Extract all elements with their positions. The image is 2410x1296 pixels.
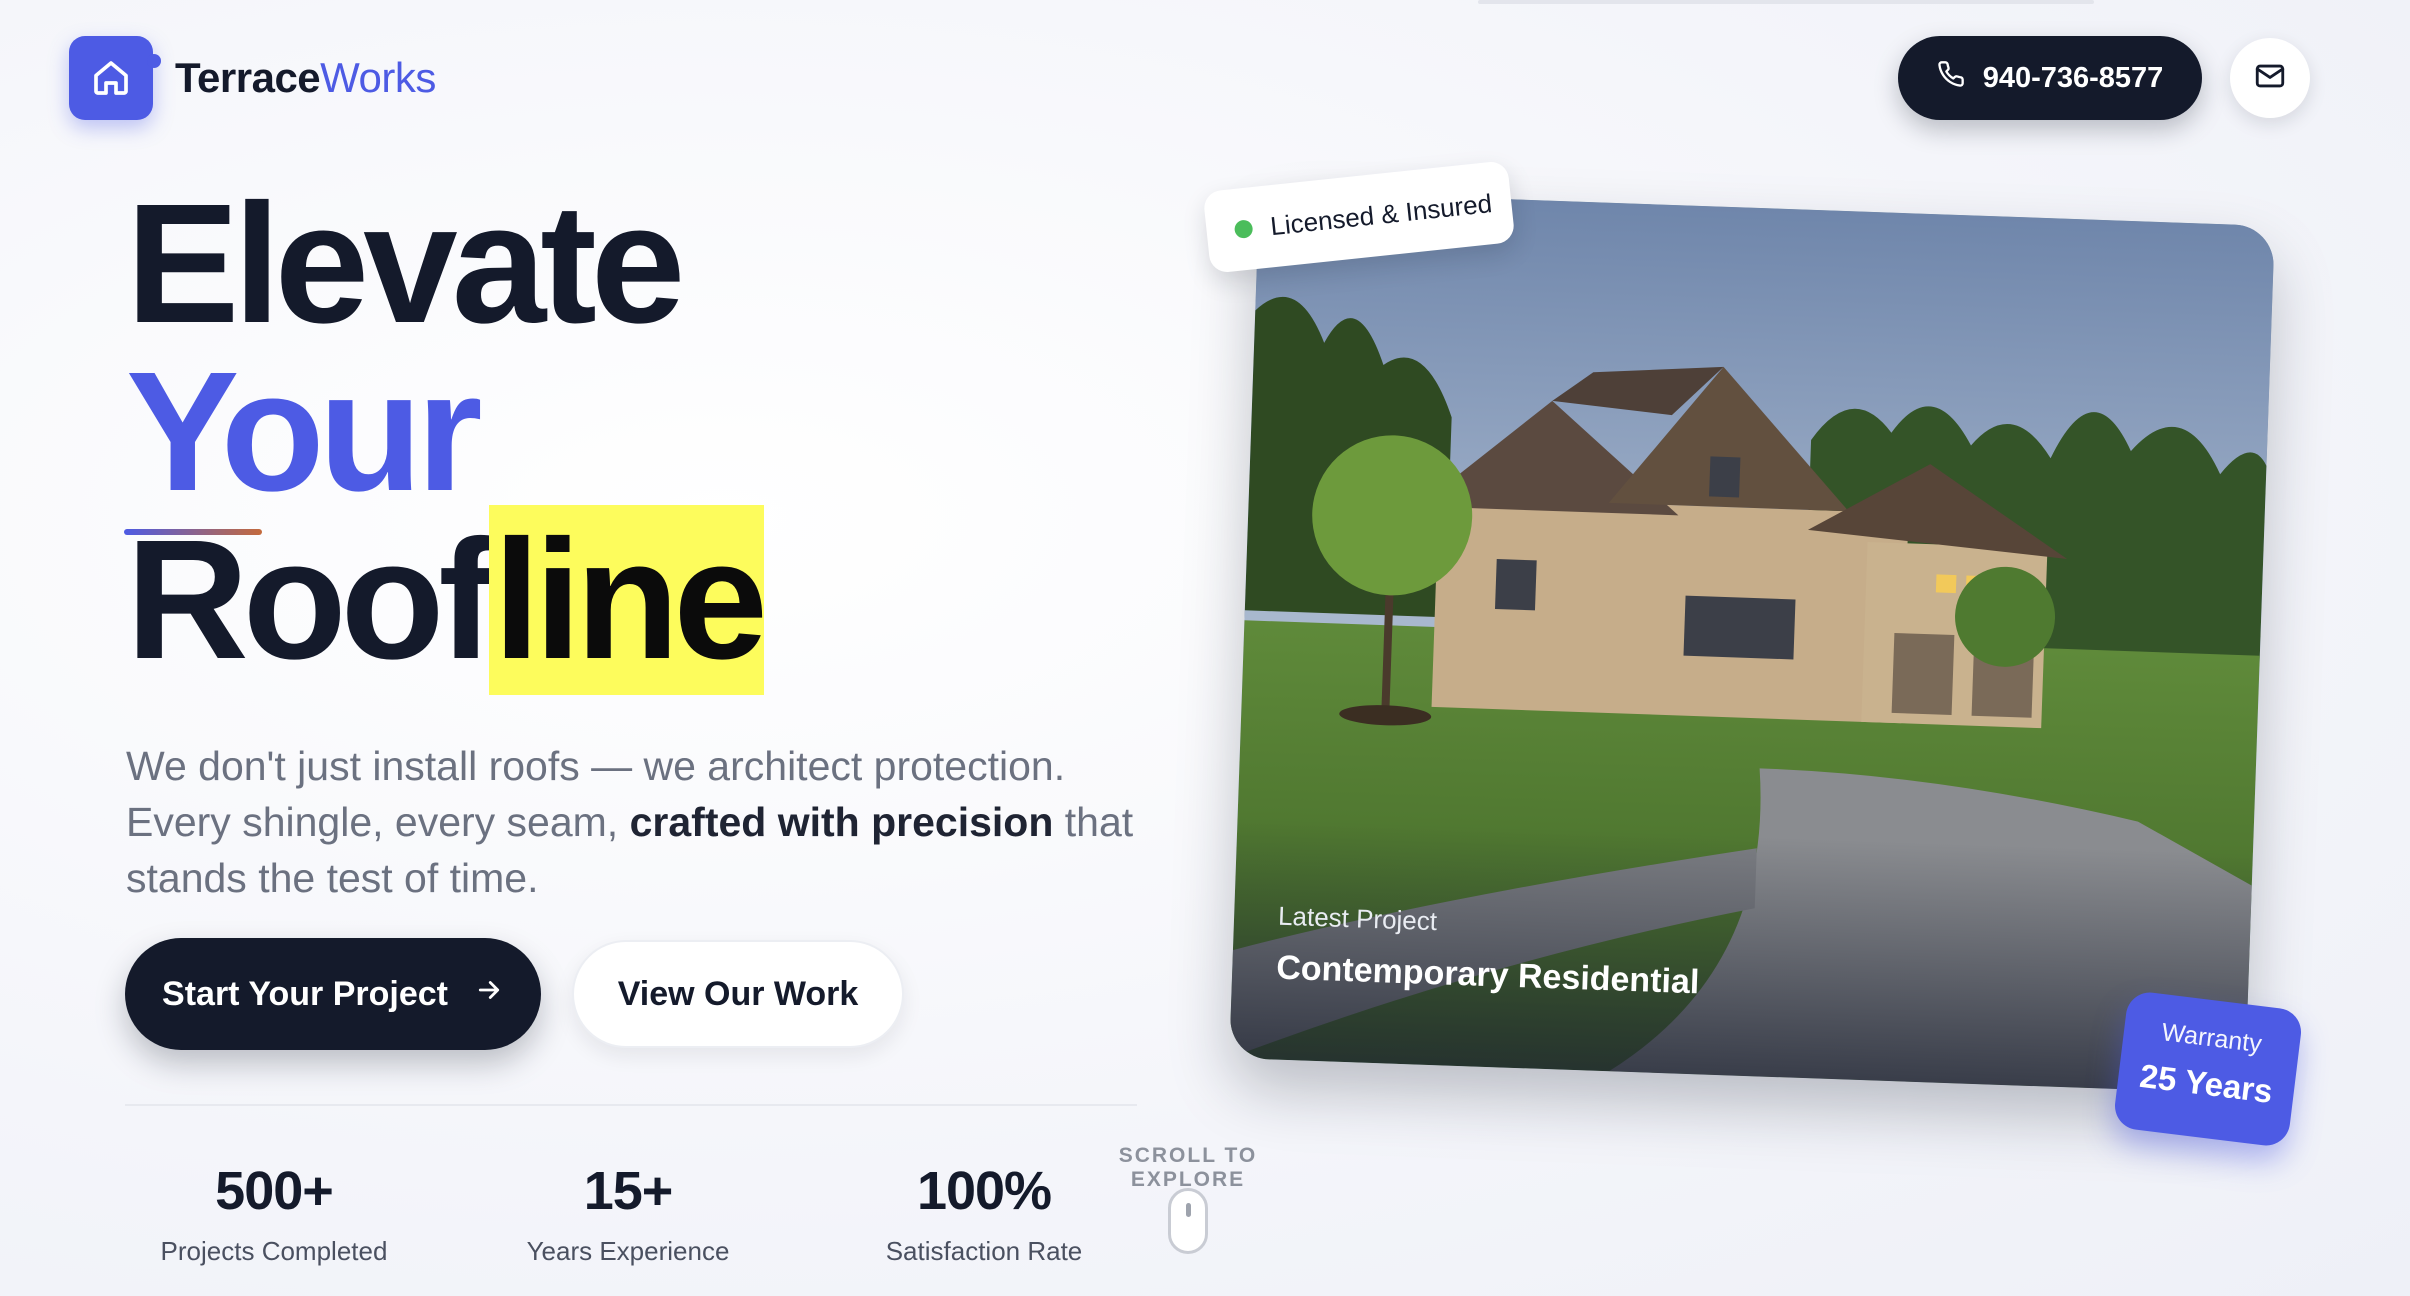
status-dot-icon	[1233, 219, 1254, 240]
headline-highlight: line	[489, 505, 768, 695]
latest-project-card[interactable]: Latest Project Contemporary Residential	[1229, 190, 2275, 1094]
headline-line-1: Elevate	[126, 169, 685, 359]
card-eyebrow: Latest Project	[1277, 900, 1438, 937]
warranty-badge: Warranty 25 Years	[2112, 989, 2304, 1149]
brand-name-light: Works	[320, 54, 436, 101]
licensed-badge-label: Licensed & Insured	[1268, 187, 1494, 241]
arrow-right-icon	[474, 975, 504, 1014]
stat-value: 15+	[583, 1161, 674, 1221]
mail-button[interactable]	[2230, 38, 2310, 118]
headline-line-3: Roofline	[126, 505, 768, 695]
brand-name-bold: Terrace	[175, 54, 321, 101]
scroll-hint-label: SCROLL TO EXPLORE	[1118, 1144, 1258, 1191]
view-work-label: View Our Work	[617, 974, 859, 1013]
hero-description: We don't just install roofs — we archite…	[126, 738, 1146, 906]
start-project-label: Start Your Project	[162, 974, 448, 1013]
brand-logo[interactable]: TerraceWorks	[69, 36, 436, 120]
phone-number: 940-736-8577	[1982, 61, 2164, 94]
mouse-scroll-icon[interactable]	[1168, 1188, 1208, 1254]
start-project-button[interactable]: Start Your Project	[125, 938, 541, 1050]
stat-years: 15+ Years Experience	[468, 1160, 788, 1267]
top-scroll-indicator	[1478, 0, 2094, 4]
page: TerraceWorks 940-736-8577 Elevate Your R…	[0, 0, 2410, 1296]
stat-projects: 500+ Projects Completed	[114, 1160, 434, 1267]
warranty-label: Warranty	[2160, 1018, 2264, 1059]
view-work-button[interactable]: View Our Work	[572, 940, 904, 1048]
logo-dot	[147, 54, 161, 68]
stat-label: Projects Completed	[160, 1236, 388, 1266]
phone-button[interactable]: 940-736-8577	[1898, 36, 2202, 120]
home-icon	[69, 36, 161, 120]
mail-icon	[2253, 59, 2287, 98]
mouse-wheel	[1186, 1203, 1191, 1217]
stat-label: Years Experience	[526, 1236, 730, 1266]
headline-accent-bar	[124, 529, 262, 535]
stat-value: 500+	[215, 1161, 334, 1221]
description-emphasis: crafted with precision	[629, 799, 1054, 845]
warranty-value: 25 Years	[2137, 1056, 2275, 1110]
headline-line-2: Your	[126, 337, 483, 527]
brand-name: TerraceWorks	[175, 54, 436, 102]
stats-divider	[125, 1104, 1137, 1106]
hero-headline: Elevate Your Roofline	[126, 169, 768, 695]
stat-label: Satisfaction Rate	[885, 1236, 1083, 1266]
phone-icon	[1937, 60, 1965, 96]
